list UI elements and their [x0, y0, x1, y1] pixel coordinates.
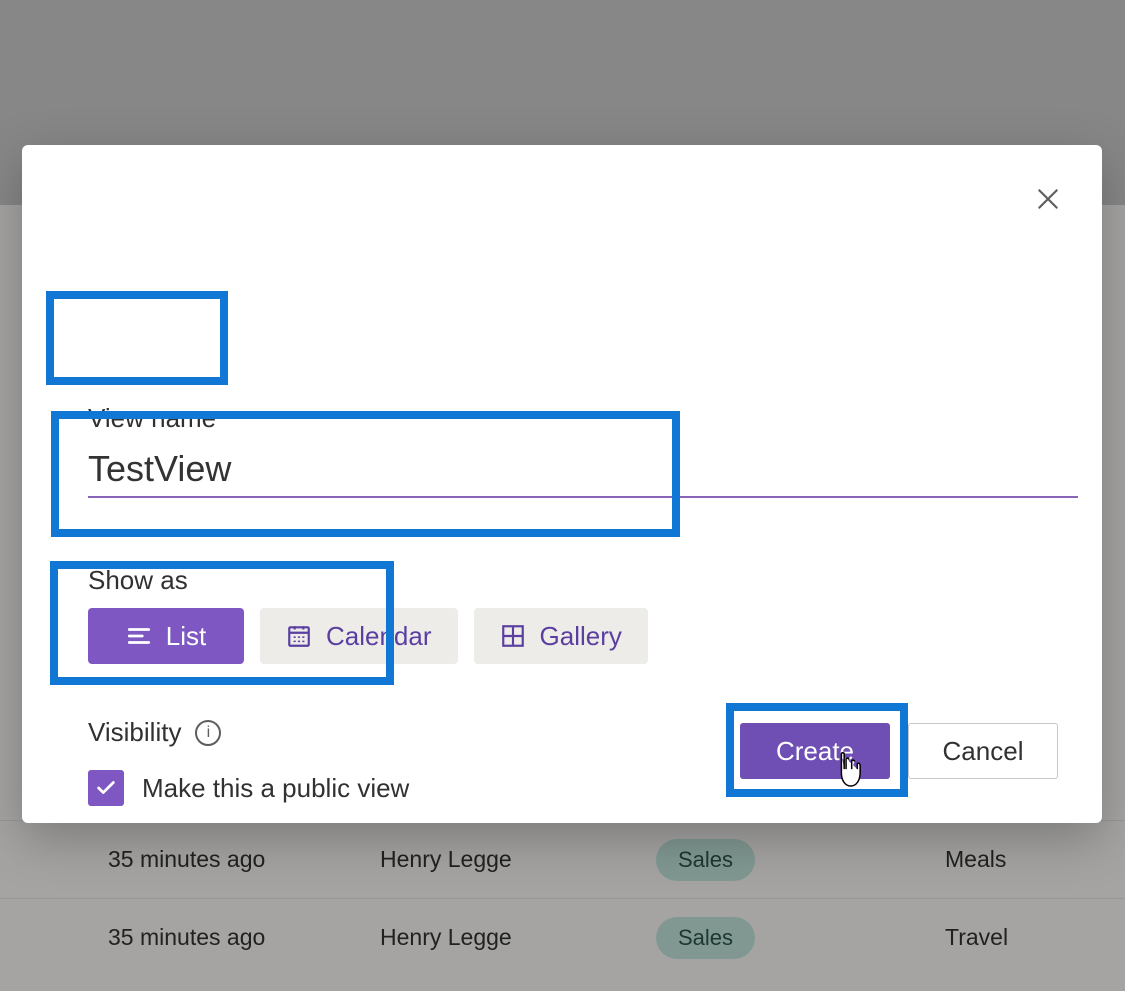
view-name-label: View name: [88, 403, 1078, 434]
show-as-list-label: List: [166, 621, 206, 652]
close-button[interactable]: [1024, 175, 1072, 223]
public-view-checkbox[interactable]: [88, 770, 124, 806]
show-as-list-button[interactable]: List: [88, 608, 244, 664]
view-name-input[interactable]: [88, 440, 1078, 498]
show-as-calendar-button[interactable]: Calendar: [260, 608, 458, 664]
check-icon: [95, 777, 117, 799]
calendar-icon: [286, 623, 312, 649]
show-as-gallery-label: Gallery: [540, 621, 622, 652]
show-as-gallery-button[interactable]: Gallery: [474, 608, 648, 664]
visibility-label: Visibility: [88, 717, 181, 748]
close-icon: [1035, 186, 1061, 212]
create-button[interactable]: Create: [740, 723, 890, 779]
show-as-options: List Calendar Gallery: [88, 608, 648, 664]
dialog-footer: Create Cancel: [740, 723, 1058, 779]
show-as-label: Show as: [88, 565, 648, 596]
show-as-calendar-label: Calendar: [326, 621, 432, 652]
gallery-icon: [500, 623, 526, 649]
cancel-button[interactable]: Cancel: [908, 723, 1058, 779]
create-view-dialog: View name Show as List Calendar Gallery …: [22, 145, 1102, 823]
info-icon[interactable]: i: [195, 720, 221, 746]
public-view-checkbox-label: Make this a public view: [142, 773, 409, 804]
list-icon: [126, 623, 152, 649]
